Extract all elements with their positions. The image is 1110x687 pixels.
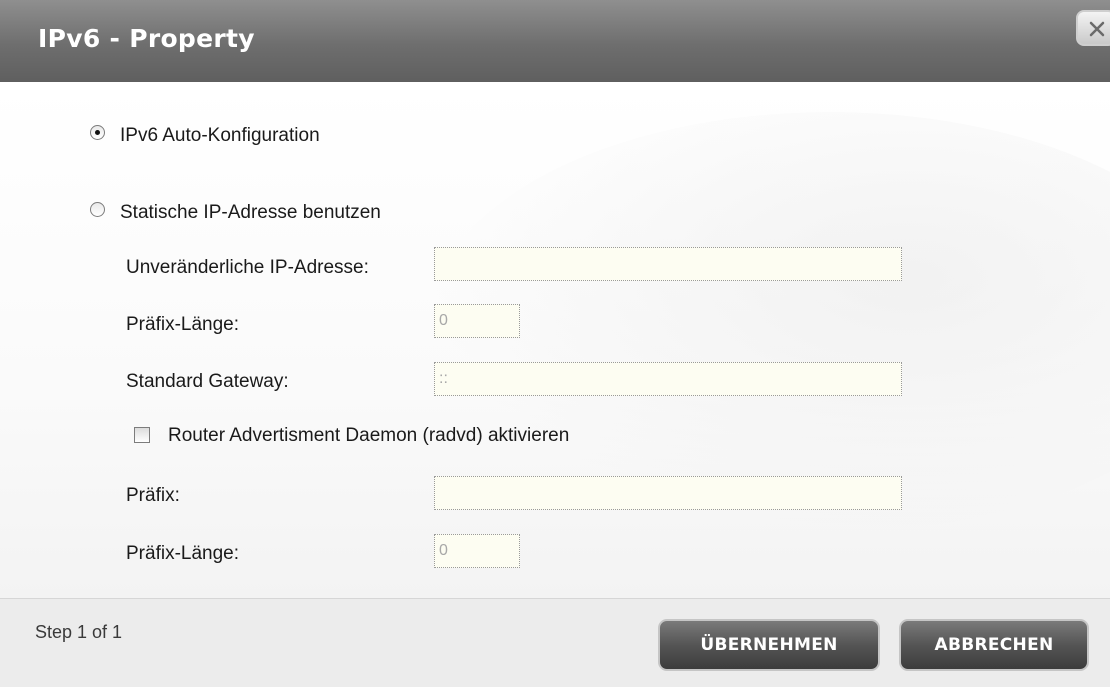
- prefix-length-input[interactable]: [434, 304, 520, 338]
- background-swoosh: [430, 112, 1110, 532]
- dialog-footer: Step 1 of 1 ÜBERNEHMEN ABBRECHEN: [0, 598, 1110, 687]
- auto-config-radio[interactable]: [90, 125, 105, 140]
- gateway-label: Standard Gateway:: [126, 371, 289, 392]
- static-ip-radio[interactable]: [90, 202, 105, 217]
- dialog-title: IPv6 - Property: [38, 24, 255, 53]
- radvd-label: Router Advertisment Daemon (radvd) aktiv…: [168, 425, 570, 446]
- radvd-prefix-length-input[interactable]: [434, 534, 520, 568]
- dialog-content: IPv6 Auto-Konfiguration Statische IP-Adr…: [0, 82, 1110, 598]
- radvd-prefix-length-label: Präfix-Länge:: [126, 543, 240, 564]
- cancel-button[interactable]: ABBRECHEN: [899, 619, 1089, 671]
- static-ip-label: Statische IP-Adresse benutzen: [120, 202, 381, 223]
- step-indicator: Step 1 of 1: [35, 622, 123, 642]
- prefix-label: Präfix:: [126, 485, 180, 506]
- apply-button[interactable]: ÜBERNEHMEN: [658, 619, 880, 671]
- close-button[interactable]: [1076, 10, 1110, 46]
- fixed-ip-label: Unveränderliche IP-Adresse:: [126, 257, 369, 278]
- close-icon: [1089, 21, 1105, 37]
- dialog-titlebar: IPv6 - Property: [0, 0, 1110, 82]
- prefix-length-label: Präfix-Länge:: [126, 314, 240, 335]
- prefix-input[interactable]: [434, 476, 902, 510]
- gateway-input[interactable]: [434, 362, 902, 396]
- auto-config-label: IPv6 Auto-Konfiguration: [120, 125, 320, 146]
- radvd-checkbox[interactable]: [134, 427, 150, 443]
- fixed-ip-input[interactable]: [434, 247, 902, 281]
